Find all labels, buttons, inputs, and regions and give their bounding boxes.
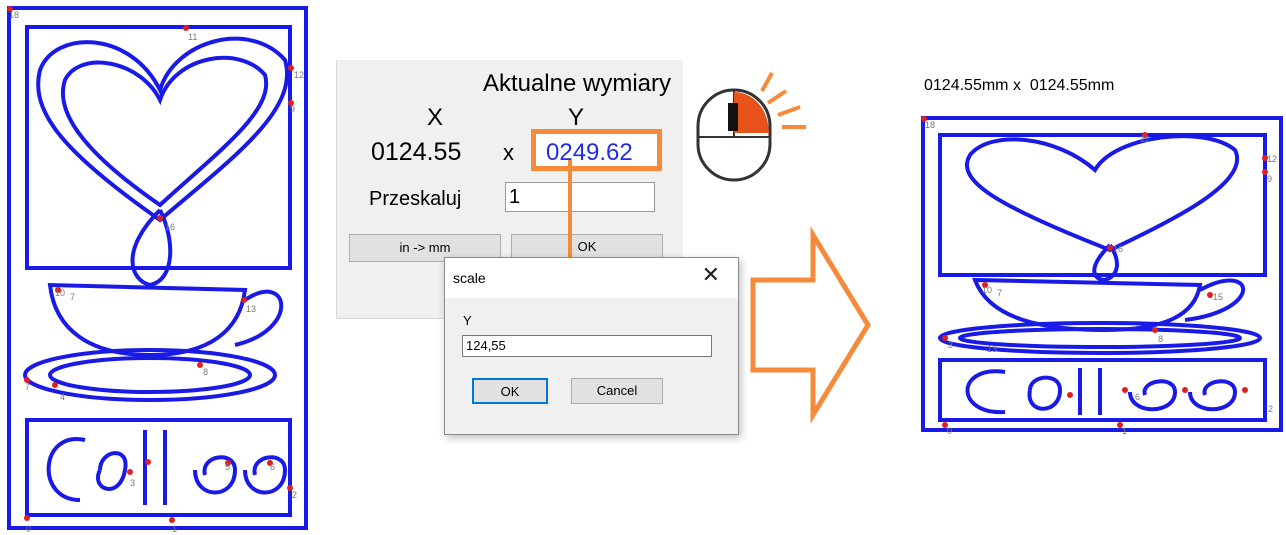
y-field-label: Y bbox=[463, 313, 472, 328]
svg-text:7: 7 bbox=[25, 382, 30, 392]
svg-text:3: 3 bbox=[948, 340, 953, 350]
svg-text:10: 10 bbox=[982, 285, 992, 295]
cup-body bbox=[47, 282, 248, 358]
right-arrow-icon bbox=[750, 226, 871, 424]
svg-text:8: 8 bbox=[1158, 334, 1163, 344]
scale-label: Przeskaluj bbox=[369, 188, 462, 210]
x-dimension-value[interactable]: 0124.55 bbox=[371, 138, 461, 167]
svg-text:6: 6 bbox=[1135, 392, 1140, 402]
scale-dialog: scale ✕ Y 124,55 OK Cancel bbox=[444, 257, 739, 435]
svg-text:1: 1 bbox=[172, 524, 177, 534]
svg-text:13: 13 bbox=[987, 344, 997, 354]
svg-text:13: 13 bbox=[246, 304, 256, 314]
svg-text:5: 5 bbox=[225, 462, 230, 472]
svg-text:3: 3 bbox=[130, 478, 135, 488]
svg-text:10: 10 bbox=[55, 288, 65, 298]
y-value-input[interactable]: 124,55 bbox=[462, 335, 712, 357]
svg-text:0: 0 bbox=[26, 524, 31, 534]
svg-text:7: 7 bbox=[70, 292, 75, 302]
inner-frame-bottom bbox=[25, 418, 292, 517]
svg-text:2: 2 bbox=[292, 490, 297, 500]
svg-text:18: 18 bbox=[925, 120, 935, 130]
svg-text:4: 4 bbox=[60, 392, 65, 402]
svg-text:11: 11 bbox=[1140, 134, 1149, 144]
dialog-ok-button[interactable]: OK bbox=[472, 378, 548, 404]
svg-text:9: 9 bbox=[1267, 174, 1272, 184]
svg-text:12: 12 bbox=[294, 70, 304, 80]
y-axis-label: Y bbox=[568, 104, 585, 131]
svg-text:6: 6 bbox=[270, 462, 275, 472]
svg-text:15: 15 bbox=[1213, 292, 1223, 302]
svg-text:8: 8 bbox=[203, 367, 208, 377]
dimension-separator: x bbox=[503, 140, 514, 165]
svg-text:1: 1 bbox=[1122, 426, 1127, 435]
dialog-cancel-button[interactable]: Cancel bbox=[571, 378, 663, 404]
coffee-lettering bbox=[46, 430, 288, 505]
svg-text:16: 16 bbox=[1113, 244, 1123, 254]
x-axis-label: X bbox=[427, 104, 444, 131]
svg-text:11: 11 bbox=[188, 32, 197, 42]
svg-text:16: 16 bbox=[165, 222, 175, 232]
svg-text:2: 2 bbox=[1268, 404, 1273, 414]
svg-text:0: 0 bbox=[947, 426, 952, 435]
dialog-title: scale bbox=[453, 270, 486, 286]
mouse-right-click-icon bbox=[696, 72, 806, 182]
svg-text:18: 18 bbox=[9, 10, 19, 20]
panel-title: Aktualne wymiary bbox=[482, 70, 671, 97]
svg-text:9: 9 bbox=[290, 104, 295, 114]
svg-text:12: 12 bbox=[1267, 154, 1277, 164]
dialog-titlebar: scale ✕ bbox=[445, 258, 738, 298]
scaled-design: 18 11 12 9 16 10 7 15 8 3 13 6 2 0 1 bbox=[921, 116, 1283, 435]
svg-text:7: 7 bbox=[997, 288, 1002, 298]
close-icon[interactable]: ✕ bbox=[702, 262, 720, 288]
result-dimensions: 0124.55mm x 0124.55mm bbox=[924, 77, 1115, 94]
original-design: 18 11 12 9 16 10 7 13 8 7 4 3 5 6 2 0 1 bbox=[7, 6, 308, 534]
saucer-inner bbox=[48, 356, 252, 394]
